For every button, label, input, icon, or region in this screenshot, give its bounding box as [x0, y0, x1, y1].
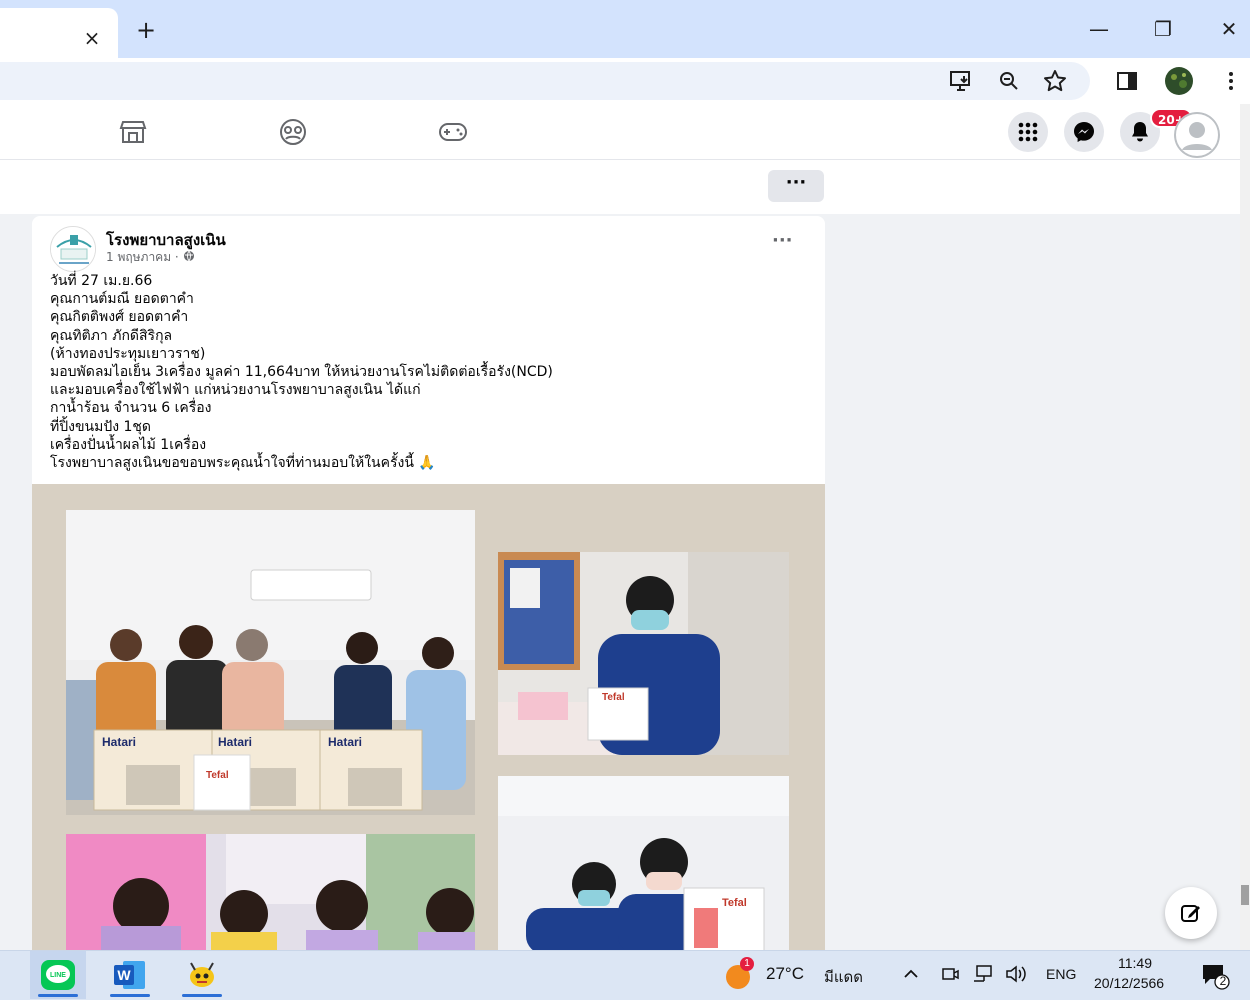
- kettle-brand-label: Tefal: [722, 897, 747, 909]
- weather-badge: 1: [740, 957, 754, 971]
- box-brand-label: Hatari: [328, 735, 362, 749]
- post-line: กาน้ำร้อน จำนวน 6 เครื่อง: [50, 400, 212, 417]
- windows-taskbar: LINE W 1 27°C มีแดด ENG 11:49 20/12/2566…: [0, 950, 1250, 1000]
- word-app-icon: W: [114, 961, 145, 989]
- network-icon[interactable]: [972, 964, 994, 988]
- bookmark-star-icon[interactable]: [1040, 66, 1070, 96]
- side-panel-icon[interactable]: [1112, 66, 1142, 96]
- grid-icon: [1018, 122, 1038, 142]
- post-line: โรงพยาบาลสูงเนินขอขอบพระคุณน้ำใจที่ท่านม…: [50, 455, 436, 472]
- more-options-button[interactable]: ···: [768, 170, 824, 202]
- messenger-button[interactable]: [1064, 112, 1104, 152]
- line-app-icon: LINE: [41, 960, 75, 990]
- scrollbar-thumb[interactable]: [1241, 885, 1249, 905]
- running-app-indicator: [110, 994, 150, 997]
- close-window-button[interactable]: ✕: [1214, 14, 1244, 44]
- running-app-indicator: [182, 994, 222, 997]
- post-body: วันที่ 27 เม.ย.66 คุณกานต์มณี ยอดตาคำ คุ…: [50, 272, 810, 472]
- photo-donation-group[interactable]: Hatari Hatari Hatari Tefal: [66, 510, 475, 815]
- post-line: คุณกิตติพงศ์ ยอดตาคำ: [50, 309, 189, 326]
- weather-widget-icon[interactable]: 1: [720, 957, 760, 993]
- default-avatar-icon: [1174, 112, 1220, 158]
- post-line: เครื่องปั่นน้ำผลไม้ 1เครื่อง: [50, 436, 207, 453]
- post-line: มอบพัดลมไอเย็น 3เครื่อง มูลค่า 11,664บาท…: [50, 364, 553, 381]
- profile-avatar-icon[interactable]: [1164, 66, 1194, 96]
- word-app-label: W: [117, 967, 131, 983]
- clock-date[interactable]: 20/12/2566: [1094, 975, 1164, 991]
- post-line: และมอบเครื่องใช้ไฟฟ้า แก่หน่วยงานโรงพยาบ…: [50, 382, 421, 399]
- box-brand-label: Hatari: [102, 735, 136, 749]
- minimize-button[interactable]: —: [1084, 14, 1114, 44]
- hospital-logo-icon: [51, 227, 95, 271]
- meet-now-icon[interactable]: [940, 964, 960, 988]
- post-timestamp[interactable]: 1 พฤษภาคม ·: [106, 248, 195, 267]
- page-scrollbar[interactable]: [1240, 104, 1250, 950]
- browser-menu-icon[interactable]: [1216, 66, 1246, 96]
- box-brand-label: Hatari: [218, 735, 252, 749]
- photo-staff-with-kettle[interactable]: Tefal: [498, 552, 789, 755]
- active-app-indicator: [38, 994, 78, 997]
- compose-icon: [1181, 905, 1200, 922]
- action-center-button[interactable]: 2: [1200, 961, 1230, 995]
- page-avatar[interactable]: [50, 226, 96, 272]
- active-tab[interactable]: ×: [0, 8, 118, 58]
- tab-close-icon[interactable]: ×: [80, 26, 104, 50]
- globe-icon: [183, 250, 194, 262]
- user-avatar[interactable]: [1174, 112, 1220, 158]
- notification-count: 2: [1219, 974, 1227, 988]
- taskbar-word-app[interactable]: W: [102, 951, 158, 999]
- show-hidden-icons-chevron-icon[interactable]: [902, 965, 920, 987]
- kettle-brand-label: Tefal: [602, 692, 625, 703]
- post-date-text: 1 พฤษภาคม ·: [106, 250, 183, 264]
- bee-app-icon: [190, 962, 214, 987]
- volume-icon[interactable]: [1004, 964, 1030, 988]
- post-line: ที่ปิ้งขนมปัง 1ชุด: [50, 418, 151, 435]
- taskbar-other-app[interactable]: [174, 951, 230, 999]
- marketplace-icon[interactable]: [118, 118, 148, 146]
- new-tab-button[interactable]: +: [132, 16, 160, 44]
- new-message-button[interactable]: [1165, 887, 1217, 939]
- gaming-icon[interactable]: [438, 118, 468, 146]
- photo-staff-with-box[interactable]: Tefal: [498, 776, 789, 950]
- browser-tab-strip: × + — ❐ ✕: [0, 0, 1250, 58]
- bell-icon: [1132, 122, 1148, 142]
- browser-toolbar: [0, 58, 1250, 104]
- weather-temperature[interactable]: 27°C: [766, 964, 804, 984]
- weather-description[interactable]: มีแดด: [824, 965, 863, 989]
- install-app-icon[interactable]: [946, 66, 976, 96]
- groups-icon[interactable]: [278, 118, 308, 146]
- address-bar[interactable]: [0, 62, 1090, 100]
- post-line: (ห้างทองประทุมเยาวราช): [50, 345, 206, 362]
- kettle-brand-label: Tefal: [206, 770, 229, 781]
- post-line: วันที่ 27 เม.ย.66: [50, 273, 153, 289]
- photo-staff-group[interactable]: [66, 834, 475, 950]
- zoom-icon[interactable]: [994, 66, 1024, 96]
- profile-sub-bar: ···: [0, 160, 1240, 214]
- input-language-indicator[interactable]: ENG: [1046, 966, 1076, 982]
- post-card: โรงพยาบาลสูงเนิน 1 พฤษภาคม · ··· วันที่ …: [32, 216, 825, 950]
- post-line: คุณทิติภา ภักดีสิริกุล: [50, 327, 173, 344]
- facebook-top-nav: [0, 104, 1240, 160]
- photo-gallery: Hatari Hatari Hatari Tefal Tefal Tefal: [32, 484, 825, 950]
- post-line: คุณกานต์มณี ยอดตาคำ: [50, 291, 194, 308]
- clock-time[interactable]: 11:49: [1118, 955, 1152, 971]
- maximize-button[interactable]: ❐: [1148, 14, 1178, 44]
- messenger-icon: [1074, 122, 1094, 142]
- menu-grid-button[interactable]: [1008, 112, 1048, 152]
- taskbar-line-app[interactable]: LINE: [30, 951, 86, 999]
- line-app-label: LINE: [50, 972, 66, 979]
- post-menu-button[interactable]: ···: [772, 230, 793, 251]
